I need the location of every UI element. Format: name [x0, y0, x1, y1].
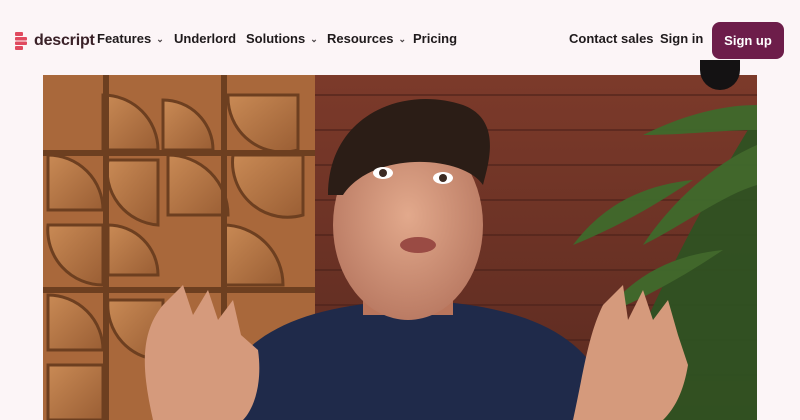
- hero-video[interactable]: [43, 75, 757, 420]
- descript-logo[interactable]: descript: [15, 30, 95, 52]
- chevron-down-icon: ⌄: [310, 34, 318, 44]
- chevron-down-icon: ⌄: [398, 34, 407, 44]
- sign-in-link[interactable]: Sign in: [660, 31, 703, 46]
- chevron-down-icon: ⌄: [156, 34, 164, 44]
- nav-features-label: Features: [97, 31, 152, 46]
- top-navigation: descript Features ⌄ Underlord Solutions …: [0, 0, 800, 75]
- nav-underlord[interactable]: Underlord: [174, 31, 236, 46]
- nav-pricing[interactable]: Pricing: [413, 31, 457, 46]
- nav-solutions[interactable]: Solutions ⌄: [246, 31, 318, 46]
- nav-solutions-label: Solutions: [246, 31, 306, 46]
- brand-name: descript: [34, 32, 95, 49]
- nav-underlord-label: Underlord: [174, 31, 237, 46]
- nav-resources-label: Resources: [327, 31, 394, 46]
- contact-sales-link[interactable]: Contact sales: [569, 31, 654, 46]
- video-frame-image: [43, 75, 757, 420]
- descript-logo-icon: [15, 32, 27, 50]
- nav-features[interactable]: Features ⌄: [97, 31, 164, 46]
- nav-resources[interactable]: Resources ⌄: [327, 31, 406, 46]
- sign-up-button[interactable]: Sign up: [712, 22, 784, 59]
- nav-pricing-label: Pricing: [413, 31, 458, 46]
